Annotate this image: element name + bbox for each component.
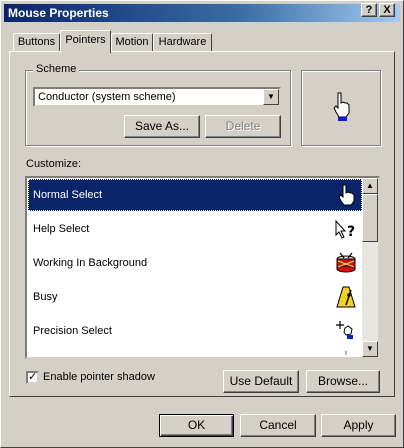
pointer-shadow-label: Enable pointer shadow: [43, 371, 155, 383]
pointer-shadow-checkbox[interactable]: ✓: [26, 371, 39, 384]
list-item-label: Help Select: [33, 223, 90, 235]
list-item-busy[interactable]: Busy: [28, 281, 362, 313]
help-arrow-icon: ?: [335, 219, 355, 240]
list-scrollbar[interactable]: ▲ ▼: [362, 178, 378, 357]
list-item-label: Precision Select: [33, 325, 112, 337]
list-item-normal-select[interactable]: Normal Select: [28, 179, 362, 211]
scroll-down-icon[interactable]: ▼: [362, 341, 378, 357]
tab-buttons-label: Buttons: [17, 36, 56, 48]
help-button[interactable]: ?: [361, 3, 377, 17]
pointer-list[interactable]: Normal Select Help Select ? Working In B…: [25, 176, 380, 359]
hand-pointer-icon: [338, 184, 355, 206]
close-button[interactable]: X: [379, 3, 395, 17]
ok-button[interactable]: OK: [159, 414, 234, 437]
pointer-preview: [301, 70, 381, 146]
tab-motion-label: Motion: [115, 36, 149, 48]
list-item-partial: [28, 349, 362, 357]
mouse-properties-window: Mouse Properties ? X Buttons Pointers Mo…: [0, 0, 404, 448]
list-item-label: Working In Background: [33, 257, 148, 269]
delete-button[interactable]: Delete: [205, 115, 281, 138]
apply-button[interactable]: Apply: [321, 414, 396, 437]
title-bar: Mouse Properties: [4, 4, 400, 22]
text-select-icon: [345, 351, 347, 356]
tab-buttons[interactable]: Buttons: [13, 33, 60, 52]
drum-icon: [336, 252, 356, 273]
scroll-up-icon[interactable]: ▲: [362, 178, 378, 194]
use-default-button[interactable]: Use Default: [223, 370, 299, 393]
scheme-selected-value: Conductor (system scheme): [38, 91, 176, 103]
list-item-help-select[interactable]: Help Select ?: [28, 213, 362, 245]
browse-button[interactable]: Browse...: [306, 370, 380, 393]
tab-motion[interactable]: Motion: [111, 33, 153, 52]
window-title: Mouse Properties: [8, 6, 109, 20]
list-item-precision-select[interactable]: Precision Select: [28, 315, 362, 347]
dropdown-arrow-icon[interactable]: ▼: [263, 89, 279, 105]
list-item-label: Busy: [33, 291, 58, 303]
scroll-thumb[interactable]: [362, 194, 378, 242]
tab-hardware[interactable]: Hardware: [153, 33, 212, 52]
tab-pointers[interactable]: Pointers: [60, 30, 111, 53]
list-item-working-in-background[interactable]: Working In Background: [28, 247, 362, 279]
scheme-label: Scheme: [33, 63, 80, 75]
tab-pointers-label: Pointers: [65, 34, 106, 46]
cancel-button[interactable]: Cancel: [240, 414, 316, 437]
precision-crosshair-icon: [336, 321, 353, 339]
list-item-label: Normal Select: [33, 189, 103, 201]
scheme-dropdown[interactable]: Conductor (system scheme) ▼: [33, 87, 281, 107]
customize-label: Customize:: [26, 158, 82, 170]
tab-hardware-label: Hardware: [158, 36, 207, 48]
svg-text:?: ?: [347, 224, 355, 240]
metronome-icon: [336, 286, 356, 308]
save-as-button[interactable]: Save As...: [124, 115, 200, 138]
preview-hand-pointer-icon: [333, 92, 350, 121]
